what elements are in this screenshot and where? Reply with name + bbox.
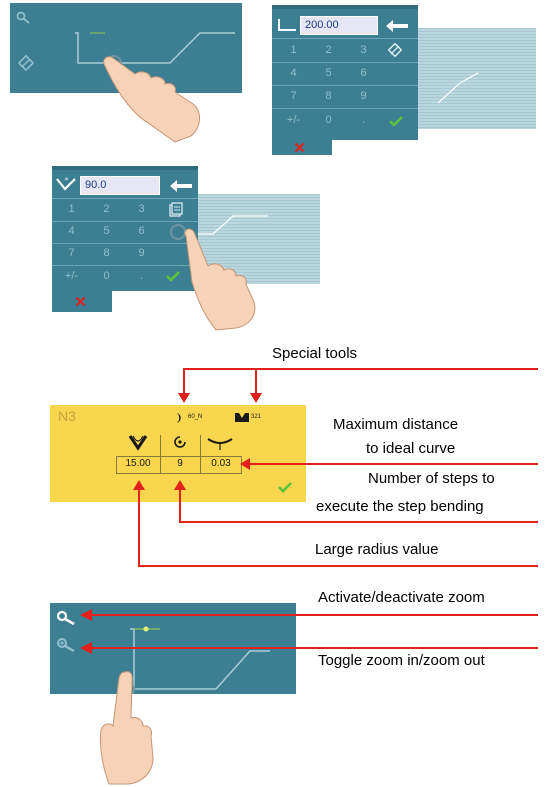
key-6[interactable]: 6 — [346, 62, 381, 85]
die-tool-icon — [235, 413, 249, 422]
key-plus-minus[interactable]: +/- — [54, 265, 89, 288]
tool1-label: 60_N — [188, 414, 203, 420]
close-icon[interactable] — [75, 296, 86, 307]
annotation-large-radius: Large radius value — [315, 541, 439, 558]
screen2-header — [272, 5, 418, 9]
screen3-value-input[interactable]: 90.0 — [80, 176, 160, 195]
tool-panel-label: N3 — [58, 408, 76, 424]
large-radius-value[interactable]: 15.00 — [116, 458, 160, 469]
hand-pointer-icon — [100, 671, 154, 785]
profile-graphic — [437, 72, 479, 104]
key-5[interactable]: 5 — [311, 62, 346, 85]
annotation-max-distance-line1: Maximum distance — [333, 416, 459, 433]
steps-value[interactable]: 9 — [160, 458, 200, 469]
key-8[interactable]: 8 — [311, 85, 346, 108]
tool2-label: 321 — [251, 414, 262, 420]
hand-pointer-icon — [184, 228, 256, 331]
annotation-special-tools: Special tools — [272, 345, 358, 362]
check-icon[interactable] — [388, 115, 404, 127]
key-3[interactable]: 3 — [346, 39, 381, 62]
large-radius-icon — [128, 435, 148, 451]
search-icon[interactable] — [16, 11, 32, 25]
connector-line — [179, 521, 538, 523]
search-icon[interactable] — [56, 610, 78, 626]
arrow-head — [174, 480, 186, 490]
eraser-icon[interactable] — [18, 55, 34, 71]
hand-pointer-icon — [103, 56, 200, 143]
connector-line — [183, 368, 185, 396]
screen2-background-graph — [418, 28, 536, 129]
connector-line — [90, 614, 538, 616]
key-7[interactable]: 7 — [54, 242, 89, 265]
screen2-panel: 200.00 1 2 3 4 5 6 7 8 9 +/- 0 . — [272, 5, 418, 140]
annotation-steps-line2: execute the step bending — [316, 498, 484, 515]
connector-line — [255, 368, 257, 396]
key-0[interactable]: 0 — [311, 109, 346, 132]
max-distance-value[interactable]: 0.03 — [200, 458, 242, 469]
backspace-arrow-icon[interactable] — [386, 20, 408, 32]
key-8[interactable]: 8 — [89, 242, 124, 265]
connector-line — [138, 565, 538, 567]
screen3-header — [52, 166, 198, 170]
arrow-head — [178, 393, 190, 403]
key-3[interactable]: 3 — [124, 198, 159, 221]
punch-tool-icon — [177, 413, 181, 423]
key-6[interactable]: 6 — [124, 220, 159, 243]
key-4[interactable]: 4 — [276, 62, 311, 85]
key-2[interactable]: 2 — [89, 198, 124, 221]
clipboard-icon[interactable] — [169, 202, 183, 217]
params-table: 15.00 9 0.03 — [116, 431, 242, 481]
key-decimal[interactable]: . — [346, 109, 381, 132]
connector-line — [179, 488, 181, 522]
key-5[interactable]: 5 — [89, 220, 124, 243]
key-9[interactable]: 9 — [346, 85, 381, 108]
arrow-head — [240, 458, 250, 470]
screen3-cancel-row — [52, 291, 112, 312]
arrow-head — [80, 609, 92, 621]
arrow-head — [80, 642, 92, 654]
key-decimal[interactable]: . — [124, 265, 159, 288]
angle-icon: ∝ — [56, 176, 76, 191]
svg-text:∝: ∝ — [64, 176, 69, 183]
arrow-head — [250, 393, 262, 403]
eraser-icon[interactable] — [388, 43, 402, 57]
length-icon — [278, 19, 296, 31]
key-4[interactable]: 4 — [54, 220, 89, 243]
annotation-activate-zoom: Activate/deactivate zoom — [318, 589, 485, 606]
key-9[interactable]: 9 — [124, 242, 159, 265]
key-2[interactable]: 2 — [311, 39, 346, 62]
annotation-max-distance-line2: to ideal curve — [366, 440, 456, 457]
screen2-value-input[interactable]: 200.00 — [300, 16, 378, 35]
arrow-head — [133, 480, 145, 490]
backspace-arrow-icon[interactable] — [170, 180, 192, 192]
annotation-steps-line1: Number of steps to — [368, 470, 495, 487]
key-1[interactable]: 1 — [276, 39, 311, 62]
screen2-cancel-row — [272, 140, 332, 155]
max-distance-icon — [207, 438, 233, 450]
close-icon[interactable] — [294, 142, 305, 153]
key-1[interactable]: 1 — [54, 198, 89, 221]
zoom-toggle-icon[interactable] — [56, 637, 78, 653]
check-icon[interactable] — [277, 481, 293, 493]
connector-line — [248, 463, 538, 465]
steps-icon — [174, 436, 186, 448]
connector-line — [138, 486, 140, 566]
annotation-toggle-zoom: Toggle zoom in/zoom out — [318, 652, 485, 669]
connector-line — [183, 368, 538, 370]
key-0[interactable]: 0 — [89, 265, 124, 288]
key-plus-minus[interactable]: +/- — [276, 109, 311, 132]
connector-line — [90, 647, 538, 649]
key-7[interactable]: 7 — [276, 85, 311, 108]
